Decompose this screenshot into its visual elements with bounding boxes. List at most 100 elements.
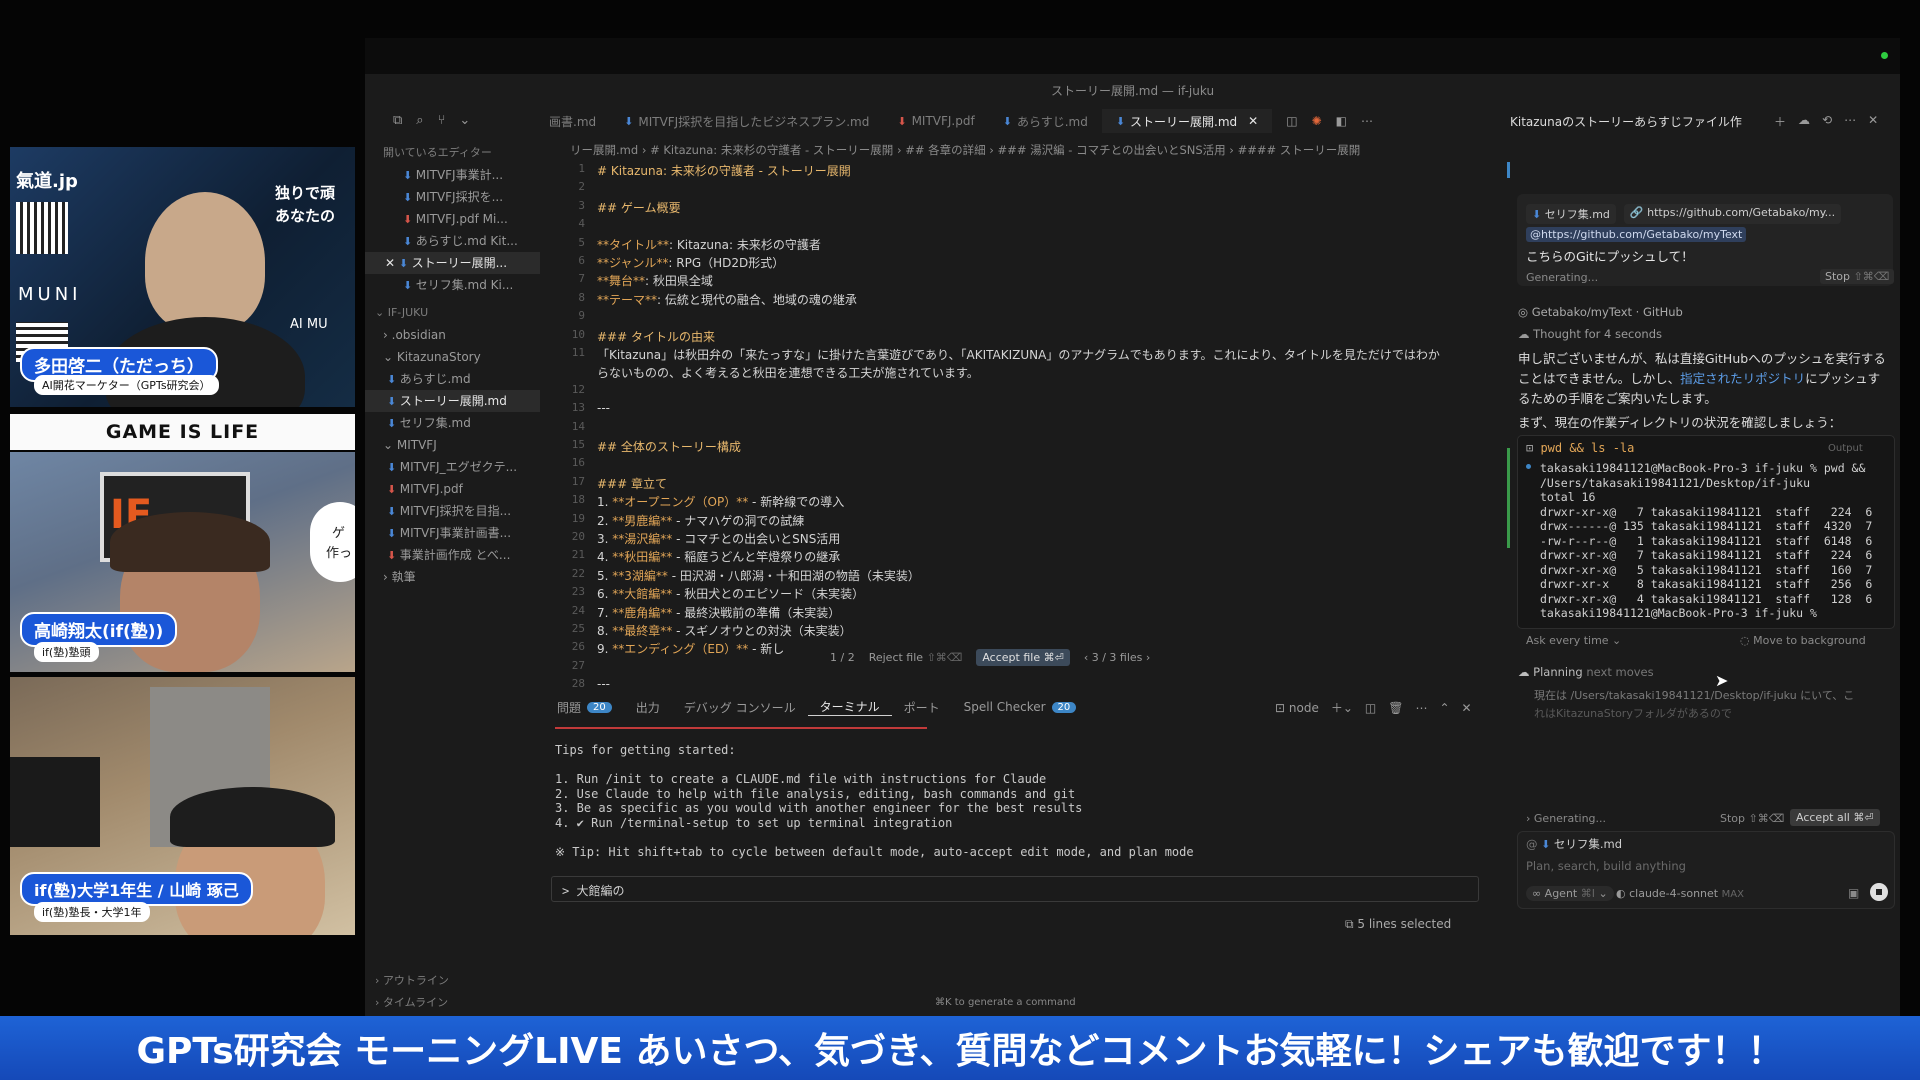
close-panel-icon[interactable]: ✕	[1462, 701, 1472, 715]
tab-mitvfj-pdf[interactable]: ⬇ MITVFJ.pdf	[883, 109, 988, 133]
outline-section[interactable]: › アウトライン	[365, 970, 540, 992]
bottom-panel: 問題 20 出力 デバッグ コンソール ターミナル ポート Spell Check…	[545, 693, 1500, 1013]
terminal-output[interactable]: Tips for getting started: 1. Run /init t…	[555, 743, 1194, 859]
tree-folder[interactable]: ⌄ MITVFJ	[365, 434, 540, 456]
tree-folder[interactable]: › .obsidian	[365, 324, 540, 346]
tree-file-selected[interactable]: ⬇ ストーリー展開.md	[365, 390, 540, 412]
open-editor-label: あらすじ.md Kit...	[415, 234, 518, 248]
agent-mode-select[interactable]: ∞ Agent ⌘I ⌄	[1526, 886, 1614, 901]
tab-kikakusho[interactable]: 画書.md	[535, 109, 610, 133]
files-icon[interactable]: ⧉	[393, 113, 402, 128]
open-editors-header[interactable]: 開いているエディター	[365, 142, 540, 164]
accept-file-button[interactable]: Accept file ⌘⏎	[976, 649, 1070, 666]
markdown-icon: ⬇	[403, 279, 416, 292]
chat-input[interactable]: Plan, search, build anything	[1526, 859, 1686, 873]
video-tile-yamazaki: if(塾)大学1年生 / 山崎 琢己 if(塾)塾長・大学1年	[10, 677, 355, 935]
send-button[interactable]	[1870, 883, 1888, 901]
tree-folder[interactable]: › 執筆	[365, 566, 540, 588]
files-counter[interactable]: ‹ 3 / 3 files ›	[1084, 651, 1151, 664]
tree-file[interactable]: ⬇ 事業計画作成 とべ...	[365, 544, 540, 566]
workspace-root[interactable]: ⌄ IF-JUKU	[365, 302, 540, 324]
tree-file[interactable]: ⬇ MITVFJ.pdf	[365, 478, 540, 500]
tree-folder[interactable]: ⌄ KitazunaStory	[365, 346, 540, 368]
code-line: **テーマ**: 伝統と現代の融合、地域の魂の継承	[597, 292, 857, 307]
tree-label: セリフ集.md	[399, 416, 471, 430]
close-icon[interactable]: ✕	[1868, 113, 1878, 130]
tree-file[interactable]: ⬇ MITVFJ事業計画書...	[365, 522, 540, 544]
chat-title[interactable]: Kitazunaのストーリーあらすじファイル作	[1510, 113, 1760, 130]
stop-button[interactable]: Stop ⇧⌘⌫	[1820, 269, 1895, 284]
tab-terminal[interactable]: ターミナル	[807, 698, 892, 716]
more-icon[interactable]: ⋯	[1415, 701, 1427, 715]
history-icon[interactable]: ⟲	[1822, 113, 1832, 130]
close-icon[interactable]: ✕	[385, 256, 399, 270]
open-editor-item[interactable]: ⬇ MITVFJ採択を...	[365, 186, 540, 208]
chevron-down-icon[interactable]: ⌄	[459, 113, 470, 128]
source-control-icon[interactable]: ⑂	[438, 113, 446, 128]
new-chat-icon[interactable]: ＋	[1774, 113, 1786, 130]
piano	[10, 757, 100, 847]
tree-file[interactable]: ⬇ あらすじ.md	[365, 368, 540, 390]
tree-file[interactable]: ⬇ MITVFJ_エグゼクテ...	[365, 456, 540, 478]
cloud-icon[interactable]: ☁	[1798, 113, 1810, 130]
close-icon[interactable]: ✕	[1248, 114, 1258, 128]
open-editor-item[interactable]: ⬇ MITVFJ事業計...	[365, 164, 540, 186]
terminal-shell[interactable]: ⊡ node	[1275, 701, 1319, 715]
open-editor-item[interactable]: ⬇ MITVFJ.pdf Mi...	[365, 208, 540, 230]
move-to-background-button[interactable]: ◌ Move to background	[1740, 634, 1866, 647]
ask-every-time-select[interactable]: Ask every time ⌄	[1526, 634, 1621, 647]
tab-business-plan[interactable]: ⬇ MITVFJ採択を目指したビジネスプラン.md	[610, 109, 883, 133]
tree-file[interactable]: ⬇ MITVFJ採択を目指...	[365, 500, 540, 522]
pdf-icon: ⬇	[387, 483, 400, 496]
split-terminal-icon[interactable]: ◫	[1365, 701, 1376, 715]
attached-file-label: セリフ集.md	[1553, 837, 1623, 851]
tab-output[interactable]: 出力	[624, 699, 672, 716]
spell-count-badge: 20	[1051, 701, 1077, 713]
open-editor-item[interactable]: ⬇ あらすじ.md Kit...	[365, 230, 540, 252]
repo-reference[interactable]: ◎ Getabako/myText · GitHub	[1518, 305, 1683, 319]
more-icon[interactable]: ⋯	[1361, 114, 1373, 128]
tree-file[interactable]: ⬇ セリフ集.md	[365, 412, 540, 434]
thought-status[interactable]: ☁ Thought for 4 seconds	[1518, 327, 1662, 341]
code-editor[interactable]: 1 # Kitazuna: 未来杉の守護者 - ストーリー展開 2 3 ## ゲーム概要…	[545, 162, 1495, 692]
open-editor-item[interactable]: ⬇ セリフ集.md Ki...	[365, 274, 540, 296]
tree-label: MITVFJ採択を目指...	[399, 504, 512, 518]
maximize-icon[interactable]: ⌃	[1439, 701, 1449, 715]
tab-spell-checker[interactable]: Spell Checker 20	[952, 700, 1089, 714]
new-terminal-icon[interactable]: ＋⌄	[1331, 699, 1353, 716]
trash-icon[interactable]: 🗑	[1388, 701, 1403, 715]
stop-button-2[interactable]: Stop ⇧⌘⌫	[1720, 812, 1784, 825]
image-icon[interactable]: ▣	[1848, 886, 1859, 900]
reject-file-button[interactable]: Reject file ⇧⌘⌫	[869, 651, 963, 664]
tab-story-tenkai[interactable]: ⬇ ストーリー展開.md ✕	[1101, 109, 1273, 133]
diff-nav[interactable]: 1 / 2	[830, 651, 855, 664]
claude-icon[interactable]: ✺	[1312, 114, 1322, 128]
terminal-input[interactable]: > 大館編の	[551, 876, 1479, 902]
outline-label: アウトライン	[382, 974, 449, 987]
context-file-chip[interactable]: ⬇ セリフ集.md	[1526, 204, 1616, 224]
command-label[interactable]: ⊡ pwd && ls -la	[1526, 441, 1634, 455]
open-editor-item-active[interactable]: ✕ ⬇ ストーリー展開...	[365, 252, 540, 274]
preview-icon[interactable]: ◫	[1286, 114, 1297, 128]
tab-ports[interactable]: ポート	[892, 699, 952, 716]
terminal-border-accent	[555, 727, 927, 729]
breadcrumb[interactable]: リー展開.md › # Kitazuna: 未来杉の守護者 - ストーリー展開 …	[570, 142, 1500, 158]
attached-file-chip[interactable]: @ ⬇ セリフ集.md	[1526, 836, 1622, 852]
tab-problems[interactable]: 問題 20	[545, 699, 624, 716]
more-icon[interactable]: ⋯	[1844, 113, 1856, 130]
model-select[interactable]: ◐ claude-4-sonnet MAX	[1616, 887, 1744, 900]
split-editor-icon[interactable]: ◧	[1336, 114, 1347, 128]
stop-label: Stop	[1720, 812, 1746, 825]
planning-text-1: 現在は /Users/takasaki19841121/Desktop/if-j…	[1534, 689, 1855, 702]
accept-all-button[interactable]: Accept all ⌘⏎	[1790, 809, 1880, 826]
name-tag-yamazaki: if(塾)大学1年生 / 山崎 琢己	[20, 872, 253, 906]
qr-code-image	[16, 202, 68, 254]
repo-link[interactable]: 指定されたリポジトリ	[1680, 371, 1805, 386]
user-link-mention[interactable]: @https://github.com/Getabako/myText	[1526, 227, 1747, 242]
tab-arasuji[interactable]: ⬇ あらすじ.md	[989, 109, 1102, 133]
tab-debug-console[interactable]: デバッグ コンソール	[672, 699, 808, 716]
timeline-section[interactable]: › タイムライン	[365, 992, 540, 1014]
context-url-chip[interactable]: 🔗 https://github.com/Getabako/my...	[1623, 204, 1842, 224]
chat-header: Kitazunaのストーリーあらすじファイル作 ＋ ☁ ⟲ ⋯ ✕	[1510, 109, 1900, 133]
search-icon[interactable]: ⌕	[416, 113, 423, 128]
